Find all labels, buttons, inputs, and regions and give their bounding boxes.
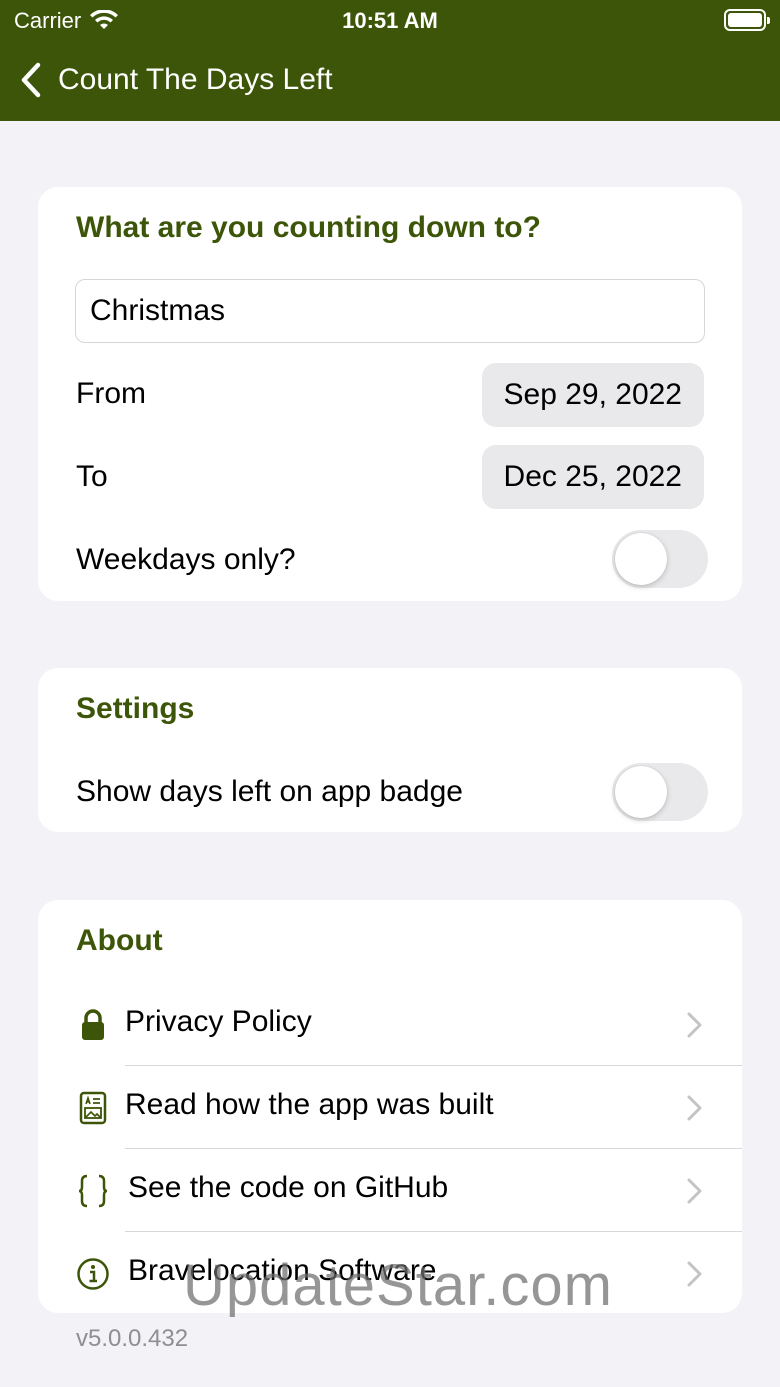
chevron-right-icon	[687, 1095, 702, 1121]
lock-icon	[76, 1007, 110, 1043]
battery-icon	[724, 9, 770, 31]
chevron-right-icon	[687, 1261, 702, 1287]
countdown-header: What are you counting down to?	[76, 211, 541, 244]
back-button[interactable]: Count The Days Left	[20, 56, 333, 104]
to-date-picker[interactable]: Dec 25, 2022	[481, 445, 704, 509]
toggle-knob	[615, 766, 667, 818]
to-label: To	[76, 460, 108, 493]
code-braces-icon	[76, 1173, 110, 1209]
privacy-policy-row[interactable]: Privacy Policy	[38, 983, 742, 1066]
nav-title: Count The Days Left	[58, 63, 333, 96]
privacy-policy-label: Privacy Policy	[125, 1005, 312, 1038]
settings-card: Settings Show days left on app badge	[38, 668, 742, 832]
from-label: From	[76, 377, 146, 410]
countdown-card: What are you counting down to? Christmas…	[38, 187, 742, 601]
chevron-left-icon	[21, 62, 41, 98]
weekdays-label: Weekdays only?	[76, 543, 296, 576]
status-time: 10:51 AM	[342, 8, 438, 33]
github-row[interactable]: See the code on GitHub	[38, 1149, 742, 1232]
event-name-input[interactable]: Christmas	[75, 279, 705, 343]
settings-header: Settings	[76, 692, 195, 725]
read-how-built-row[interactable]: Read how the app was built	[38, 1066, 742, 1149]
github-label: See the code on GitHub	[128, 1171, 449, 1204]
about-header: About	[76, 924, 163, 957]
chevron-right-icon	[687, 1178, 702, 1204]
from-date-picker[interactable]: Sep 29, 2022	[481, 363, 704, 427]
weekdays-toggle[interactable]	[612, 530, 708, 588]
navigation-bar: Carrier 10:51 AM Count The Days Left	[0, 0, 780, 121]
info-icon	[76, 1256, 110, 1292]
watermark: UpdateStar.com	[183, 1253, 613, 1318]
document-icon	[76, 1090, 110, 1126]
chevron-right-icon	[687, 1012, 702, 1038]
badge-toggle[interactable]	[612, 763, 708, 821]
read-how-built-label: Read how the app was built	[125, 1088, 494, 1121]
badge-label: Show days left on app badge	[76, 775, 463, 808]
version-label: v5.0.0.432	[76, 1325, 189, 1352]
toggle-knob	[615, 533, 667, 585]
